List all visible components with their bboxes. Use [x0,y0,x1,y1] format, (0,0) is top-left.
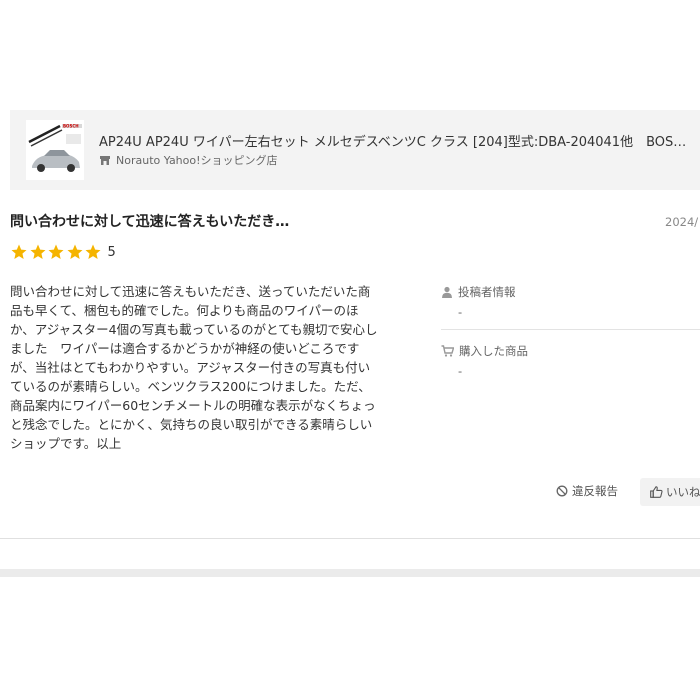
poster-value: - [458,305,463,319]
thumbnail-brand: BOSCH [63,124,79,129]
review-line: 品も早くて、梱包も的確でした。何よりも商品のワイパーのほ [10,303,359,318]
review-line: ているのが素晴らしい。ベンツクラス200につけました。ただ、 [10,379,371,394]
review-line: ました ワイパーは適合するかどうかが神経の使いどころです [10,341,360,356]
rating: 5 [10,243,116,261]
review-date: 2024/ [665,215,699,229]
user-icon [442,286,452,298]
thumbs-up-icon [650,486,663,498]
star-icon [48,244,64,259]
product-title[interactable]: AP24U AP24U ワイパー左右セット メルセデスベンツC クラス [204… [99,131,700,150]
review-line: が、当社はとてもわかりやすい。アジャスター付きの写真も付い [10,360,371,375]
section-separator [0,569,700,577]
review-title: 問い合わせに対して迅速に答えもいただき… [10,214,290,230]
poster-label: 投稿者情報 [458,285,516,299]
poster-info: 投稿者情報 - [441,284,516,319]
cart-icon [441,345,454,357]
purchased-item-info: 購入した商品 - [441,343,528,378]
store-link[interactable]: Norauto Yahoo!ショッピング店 [99,152,278,168]
review-body: 問い合わせに対して迅速に答えもいただき、送っていただいた商 品も早くて、梱包も的… [10,282,410,453]
star-icon [11,244,27,259]
review-line: ショップです。以上 [10,436,122,451]
store-icon [100,156,110,165]
purchased-label: 購入した商品 [459,344,528,358]
star-icon [30,244,45,259]
star-icon [85,244,101,259]
section-divider [0,538,700,539]
like-label: いいね [666,485,700,499]
product-thumbnail[interactable]: BOSCH [26,120,84,180]
store-name: Norauto Yahoo!ショッピング店 [116,154,278,167]
review-line: 問い合わせに対して迅速に答えもいただき、送っていただいた商 [10,284,371,299]
purchased-value: - [458,364,463,378]
report-button[interactable]: 違反報告 [556,483,618,499]
star-icon [67,244,82,259]
prohibit-icon [556,485,568,497]
rating-value: 5 [107,244,116,260]
like-button[interactable]: いいね [640,478,700,506]
review-line: と残念でした。とにかく、気持ちの良い取引ができる素晴らしい [10,417,373,432]
review-line: か、アジャスター4個の写真も載っているのがとても親切で安心し [10,322,378,337]
report-label: 違反報告 [572,484,618,498]
review-line: 商品案内にワイパー60センチメートルの明確な表示がなくちょっ [10,398,376,413]
product-card[interactable]: BOSCH AP24U AP24U ワイパー左右セット メルセデスベンツC クラ… [10,110,700,190]
sidebar-divider [441,329,700,330]
